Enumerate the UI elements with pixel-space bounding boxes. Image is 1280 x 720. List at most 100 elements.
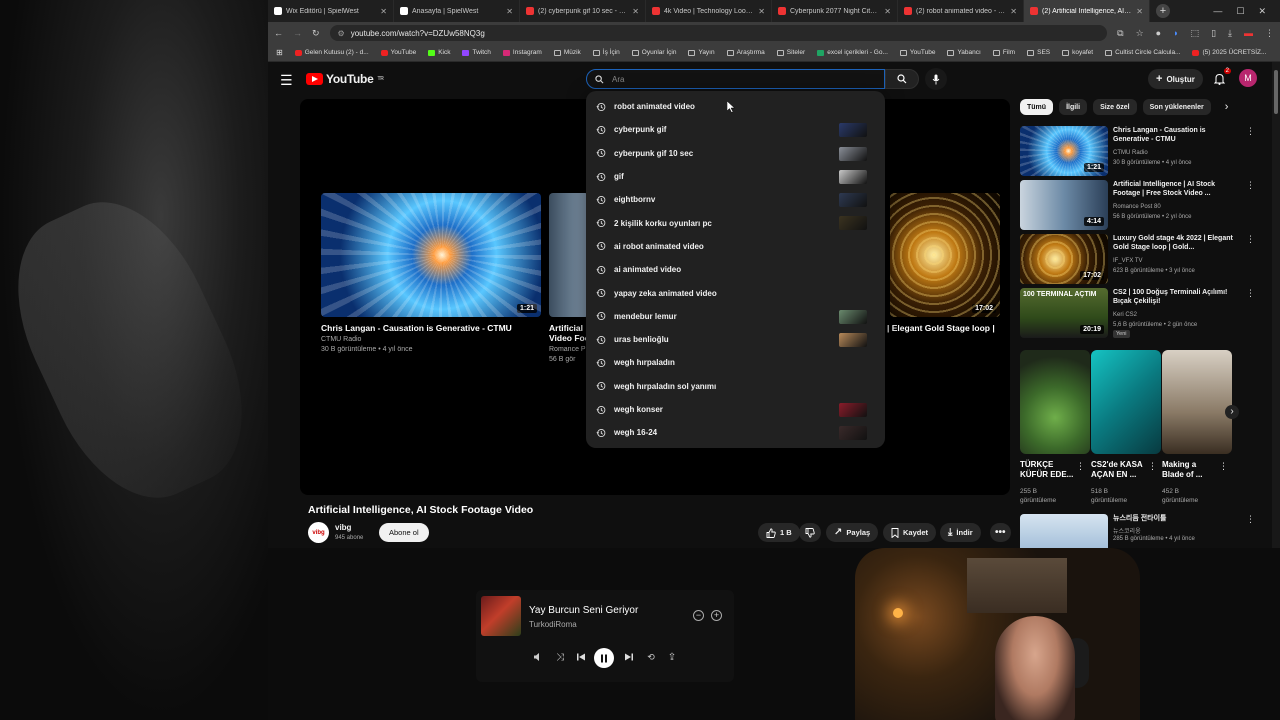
recommended-video[interactable]: 뉴스리듬 전타이틀 뉴스코리웅 285 B görüntüleme • 4 yı… (1020, 514, 1255, 548)
shuffle-icon[interactable]: ⤨ (553, 650, 567, 664)
video-title[interactable]: Luxury Gold stage 4k 2022 | Elegant Gold… (1113, 234, 1233, 252)
more-vertical-icon[interactable]: ⋮ (1246, 234, 1255, 245)
bookmark-item[interactable]: Kick (428, 49, 450, 56)
back-icon[interactable]: ← (274, 28, 283, 38)
download-button[interactable]: ⤓ İndir (940, 523, 981, 542)
video-thumbnail[interactable]: 4:14 (1020, 180, 1108, 230)
download-icon[interactable]: ⤓ (1228, 28, 1232, 39)
channel-name[interactable]: Romance Post 80 (1113, 204, 1161, 210)
url-bar[interactable]: ⚙ youtube.com/watch?v=DZUw58NQ3g (329, 25, 1108, 41)
recommended-video[interactable]: 17:02 Luxury Gold stage 4k 2022 | Elegan… (1020, 234, 1255, 286)
bookmark-item[interactable]: Gelen Kutusu (2) - d... (294, 49, 369, 56)
new-tab-button[interactable]: + (1156, 4, 1170, 18)
bookmark-folder[interactable]: koyafet (1062, 49, 1093, 56)
video-title[interactable]: Artificial Intelligence | AI Stock Foota… (1113, 180, 1233, 198)
close-icon[interactable]: ✕ (1136, 7, 1143, 16)
more-vertical-icon[interactable]: ⋮ (1246, 514, 1255, 525)
search-suggestion[interactable]: wegh hırpaladın sol yanımı (586, 375, 885, 398)
dislike-button[interactable] (799, 523, 821, 542)
search-suggestion[interactable]: mendebur lemur (586, 305, 885, 328)
chip-recent[interactable]: Son yüklenenler (1142, 99, 1211, 115)
end-screen-title[interactable]: Artificial (549, 323, 583, 333)
chip-related[interactable]: İlgili (1059, 99, 1088, 115)
video-title[interactable]: 뉴스리듬 전타이틀 (1113, 514, 1233, 523)
browser-tab-active[interactable]: (2) Artificial Intelligence, AI Sto ✕ (1024, 0, 1150, 22)
close-icon[interactable]: ✕ (1010, 7, 1017, 16)
chevron-right-icon[interactable]: › (1225, 101, 1229, 113)
share-icon[interactable]: ⇪ (665, 650, 679, 664)
search-suggestion[interactable]: 2 kişilik korku oyunları pc (586, 211, 885, 234)
page-scrollbar[interactable] (1272, 62, 1280, 548)
short-thumbnail[interactable] (1020, 350, 1090, 454)
search-suggestion[interactable]: robot animated video (586, 95, 885, 118)
like-button[interactable]: 1 B (758, 523, 800, 542)
more-vertical-icon[interactable]: ⋮ (1148, 461, 1157, 472)
recommended-video[interactable]: 100 TERMINAL AÇTIM 20:19 CS2 | 100 Doğuş… (1020, 288, 1255, 340)
chip-for-you[interactable]: Size özel (1093, 99, 1137, 115)
bookmark-item[interactable]: Instagram (502, 49, 542, 56)
profile-icon[interactable]: ▬ (1244, 28, 1253, 39)
scrollbar-thumb[interactable] (1274, 70, 1278, 114)
bookmark-item[interactable]: (5) 2025 ÜCRETSİZ... (1192, 49, 1266, 56)
browser-tab[interactable]: (2) robot animated video - You ✕ (898, 0, 1024, 22)
more-vertical-icon[interactable]: ⋮ (1246, 180, 1255, 191)
video-title[interactable]: Chris Langan - Causation is Generative -… (1113, 126, 1233, 144)
bookmark-folder[interactable]: Müzik (553, 49, 581, 56)
bookmark-star-icon[interactable]: ☆ (1136, 28, 1144, 39)
subscribe-button[interactable]: Abone ol (379, 523, 429, 542)
menu-icon[interactable]: ⋮ (1265, 28, 1274, 39)
short-thumbnail[interactable] (1162, 350, 1232, 454)
search-suggestion[interactable]: wegh hırpaladın (586, 351, 885, 374)
extensions-puzzle-icon[interactable]: ⬚ (1191, 28, 1200, 39)
shorts-next-icon[interactable]: › (1225, 405, 1239, 419)
notifications-button[interactable]: 2 (1210, 68, 1231, 88)
browser-tab[interactable]: (2) cyberpunk gif 10 sec - YouT ✕ (520, 0, 646, 22)
site-info-icon[interactable]: ⚙ (338, 29, 345, 38)
bookmark-folder[interactable]: Siteler (776, 49, 805, 56)
browser-tab[interactable]: 4k Video | Technology Looped ✕ (646, 0, 772, 22)
search-suggestion[interactable]: cyberpunk gif (586, 118, 885, 141)
voice-search-button[interactable] (925, 68, 947, 90)
search-button[interactable] (885, 69, 919, 89)
hamburger-menu-icon[interactable]: ☰ (280, 72, 293, 89)
browser-tab[interactable]: Wix Editörü | SpielWest ✕ (268, 0, 394, 22)
search-suggestion[interactable]: yapay zeka animated video (586, 281, 885, 304)
bookmark-item[interactable]: Cultist Circle Calcula... (1105, 49, 1180, 56)
browser-tab[interactable]: Cyberpunk 2077 Night City live ✕ (772, 0, 898, 22)
pause-button[interactable] (594, 648, 614, 668)
extension-icon[interactable]: ◗ (1173, 28, 1178, 39)
sidebar-icon[interactable]: ▯ (1211, 28, 1216, 39)
bookmark-folder[interactable]: YouTube (899, 49, 935, 56)
bookmark-folder[interactable]: Yabancı (947, 49, 981, 56)
channel-name[interactable]: vibg (335, 523, 351, 532)
recommended-video[interactable]: 4:14 Artificial Intelligence | AI Stock … (1020, 180, 1255, 232)
search-suggestion[interactable]: eightbornv (586, 188, 885, 211)
close-icon[interactable]: ✕ (632, 7, 639, 16)
bookmark-item[interactable]: Twitch (462, 49, 491, 56)
search-suggestion[interactable]: cyberpunk gif 10 sec (586, 142, 885, 165)
short-title[interactable]: CS2'de KASA AÇAN EN ... (1091, 460, 1147, 480)
close-icon[interactable]: ✕ (884, 7, 891, 16)
end-screen-title[interactable]: Chris Langan - Causation is Generative -… (321, 323, 512, 333)
bookmark-folder[interactable]: Oyunlar İçin (631, 49, 676, 56)
search-suggestion[interactable]: uras benlioğlu (586, 328, 885, 351)
channel-name[interactable]: Keri CS2 (1113, 312, 1137, 318)
next-icon[interactable] (622, 650, 636, 664)
short-title[interactable]: TÜRKÇE KÜFÜR EDE... (1020, 460, 1076, 480)
more-vertical-icon[interactable]: ⋮ (1246, 126, 1255, 137)
close-icon[interactable]: ✕ (758, 7, 765, 16)
share-button[interactable]: ↗ Paylaş (826, 523, 879, 542)
bookmark-folder[interactable]: Film (992, 49, 1015, 56)
video-thumbnail[interactable] (1020, 514, 1108, 548)
extension-icon[interactable]: ● (1156, 28, 1161, 39)
short-title[interactable]: Making a Blade of ... (1162, 460, 1218, 480)
more-vertical-icon[interactable]: ⋮ (1219, 461, 1228, 472)
video-thumbnail[interactable]: 1:21 (1020, 126, 1108, 176)
bookmark-item[interactable]: excel içerikleri - Go... (817, 49, 888, 56)
channel-name[interactable]: IF_VFX TV (1113, 258, 1143, 264)
bookmark-folder[interactable]: Yayın (688, 49, 715, 56)
channel-avatar[interactable]: vibg (308, 522, 329, 543)
search-input[interactable] (612, 74, 852, 84)
volume-icon[interactable] (531, 650, 545, 664)
short-thumbnail[interactable] (1091, 350, 1161, 454)
